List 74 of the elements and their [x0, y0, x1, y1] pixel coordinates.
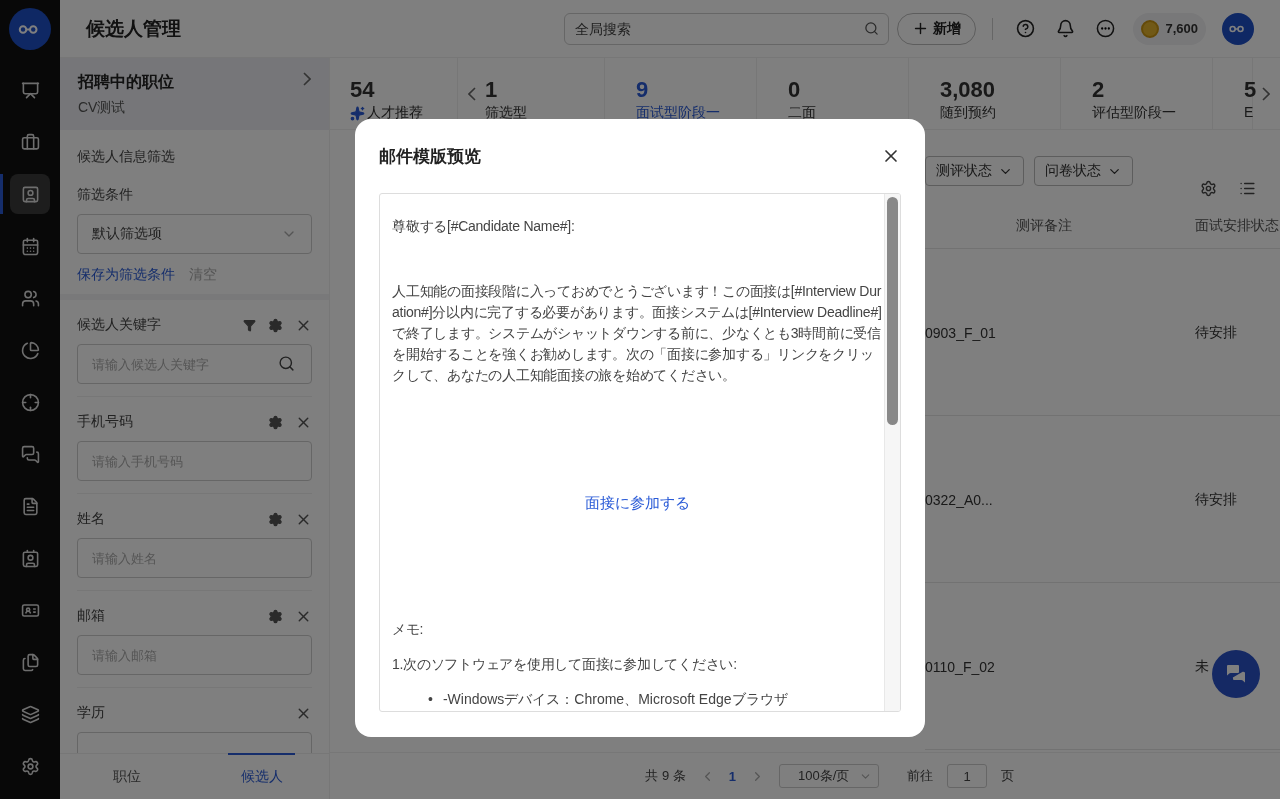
- user-avatar[interactable]: [1222, 12, 1254, 45]
- total-count: 共 9 条: [645, 767, 686, 785]
- bell-icon: [1055, 19, 1075, 38]
- position-title: 招聘中的职位: [78, 72, 174, 92]
- nav-icon: [20, 392, 40, 412]
- nav-icon: [20, 652, 40, 672]
- nav-icon: [20, 444, 40, 464]
- coin-balance[interactable]: 7,600: [1133, 12, 1206, 45]
- chat-button[interactable]: [1212, 650, 1260, 698]
- gear-icon[interactable]: [268, 414, 283, 430]
- settings-icon: [20, 756, 40, 776]
- scrollbar[interactable]: [884, 194, 900, 711]
- section-heading: 候选人信息筛选: [77, 148, 176, 166]
- bullet-mark: •: [428, 690, 433, 709]
- chevron-left-icon: [467, 86, 476, 101]
- nav-icon: [20, 704, 40, 724]
- nav-icon: [20, 236, 40, 256]
- page-suffix: 页: [1001, 767, 1014, 785]
- nav-icon: [20, 288, 40, 308]
- table-cell: 待安排: [1185, 251, 1280, 416]
- nav-icon: [20, 340, 40, 360]
- add-button[interactable]: 新增: [897, 12, 977, 45]
- chat-icon: [1224, 662, 1248, 686]
- nav-icon: [20, 132, 40, 152]
- field-label: 手机号码: [77, 413, 134, 431]
- search-field[interactable]: 全局搜索: [564, 12, 890, 45]
- gear-icon[interactable]: [268, 511, 283, 527]
- app-logo[interactable]: [9, 8, 51, 50]
- field-label: 学历: [77, 704, 106, 722]
- stage-tab[interactable]: 2 评估型阶段一: [1061, 58, 1213, 129]
- email-text: メモ:: [392, 620, 425, 639]
- nav-icon: [20, 548, 40, 568]
- panel-tab[interactable]: 候选人: [194, 754, 329, 799]
- panel-tab[interactable]: 职位: [60, 754, 195, 799]
- scrollbar-thumb[interactable]: [887, 197, 898, 425]
- email-text: 1.次のソフトウェアを使用して面接に参加してください:: [392, 655, 738, 674]
- list-item: -Windowsデバイス：Chrome、Microsoft Edgeブラウザ: [442, 690, 788, 709]
- filter-icon[interactable]: [243, 318, 256, 332]
- field-label: 姓名: [77, 510, 106, 528]
- nav-icon: [20, 184, 40, 204]
- page-input[interactable]: 1: [947, 764, 987, 788]
- sparkle-icon: [350, 105, 365, 121]
- nav-icon: [20, 496, 40, 516]
- dialog-title: 邮件模版预览: [379, 145, 481, 168]
- search-icon: [864, 20, 880, 36]
- position-name: CV测试: [78, 99, 127, 117]
- more-icon: [1095, 19, 1115, 38]
- chevron-right-icon: [1261, 86, 1270, 101]
- field-label: 邮箱: [77, 607, 106, 625]
- filter-dropdown[interactable]: 测评状态: [925, 156, 1024, 186]
- settings-icon[interactable]: [1200, 180, 1217, 197]
- coin-icon: [1141, 19, 1160, 38]
- list-icon[interactable]: [1239, 180, 1256, 197]
- email-text: 尊敬する[#Candidate Name#]:: [392, 217, 576, 236]
- page-number[interactable]: 1: [728, 768, 736, 784]
- goto-label: 前往: [907, 767, 933, 785]
- condition-select[interactable]: 默认筛选项: [77, 214, 312, 254]
- table-cell: 待安排: [1185, 418, 1280, 583]
- filter-dropdown[interactable]: 问卷状态: [1034, 156, 1133, 186]
- gear-icon[interactable]: [268, 317, 283, 333]
- email-paragraph: 人工知能の面接段階に入っておめでとうございます！この面接は[#Interview Duration#]分以内に完了する必要があります。面接システムは[#Interview Deadline#]で終了します。システムがシャットダウンする前に、少なくとも3時間前に受信を開始することを強くお勧めします。次の「面接に参加する」リンクをクリックして、あなたの人工知能面接の旅を始めてください。: [392, 282, 883, 385]
- field-label: 筛选条件: [77, 186, 134, 204]
- help-icon: [1015, 19, 1035, 38]
- nav-icon: [20, 80, 40, 100]
- join-interview-link[interactable]: 面接に参加する: [585, 494, 690, 511]
- field-label: 候选人关键字: [77, 316, 162, 334]
- position-card[interactable]: 招聘中的职位 CV测试: [60, 58, 329, 130]
- gear-icon[interactable]: [268, 608, 283, 624]
- column-header: 测评备注: [1005, 204, 1185, 249]
- save-filter-link[interactable]: 保存为筛选条件: [77, 266, 175, 284]
- column-header: 面试安排状态: [1185, 204, 1280, 249]
- page-title: 候选人管理: [86, 16, 182, 41]
- page-size-select[interactable]: 100条/页: [779, 764, 879, 788]
- chevron-right-icon: [303, 72, 311, 86]
